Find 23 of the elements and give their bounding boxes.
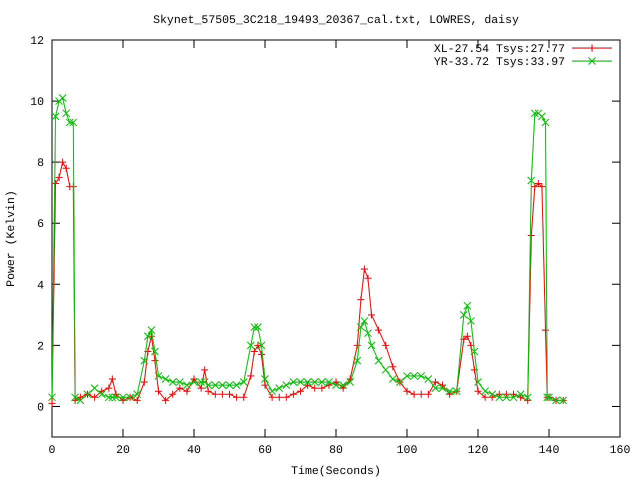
legend-sample bbox=[572, 44, 612, 52]
tick-label: 6 bbox=[37, 218, 44, 232]
y-axis-label: Power (Kelvin) bbox=[5, 190, 18, 287]
tick-label: 12 bbox=[30, 35, 44, 48]
legend-label: YR-33.72 Tsys:33.97 bbox=[434, 56, 565, 69]
tick-label: 4 bbox=[37, 279, 44, 292]
tick-label: 20 bbox=[116, 444, 130, 457]
legend-label: XL-27.54 Tsys:27.77 bbox=[434, 43, 565, 56]
tick-label: 120 bbox=[468, 444, 488, 457]
tick-label: 10 bbox=[30, 96, 44, 110]
tick-label: 60 bbox=[258, 444, 272, 457]
tick-label: 0 bbox=[37, 401, 44, 414]
tick-label: 40 bbox=[187, 444, 201, 457]
tick-label: 0 bbox=[48, 444, 56, 457]
tick-label: 160 bbox=[610, 444, 630, 457]
legend-sample bbox=[572, 57, 612, 65]
tick-label: 2 bbox=[37, 340, 44, 354]
tick-label: 140 bbox=[538, 444, 560, 457]
tick-label: 100 bbox=[396, 444, 418, 457]
x-axis-label: Time(Seconds) bbox=[291, 465, 381, 478]
tick-label: 80 bbox=[329, 444, 343, 457]
chart-title: Skynet_57505_3C218_19493_20367_cal.txt, LOWRES, daisy bbox=[153, 14, 519, 27]
tick-label: 8 bbox=[37, 157, 44, 170]
